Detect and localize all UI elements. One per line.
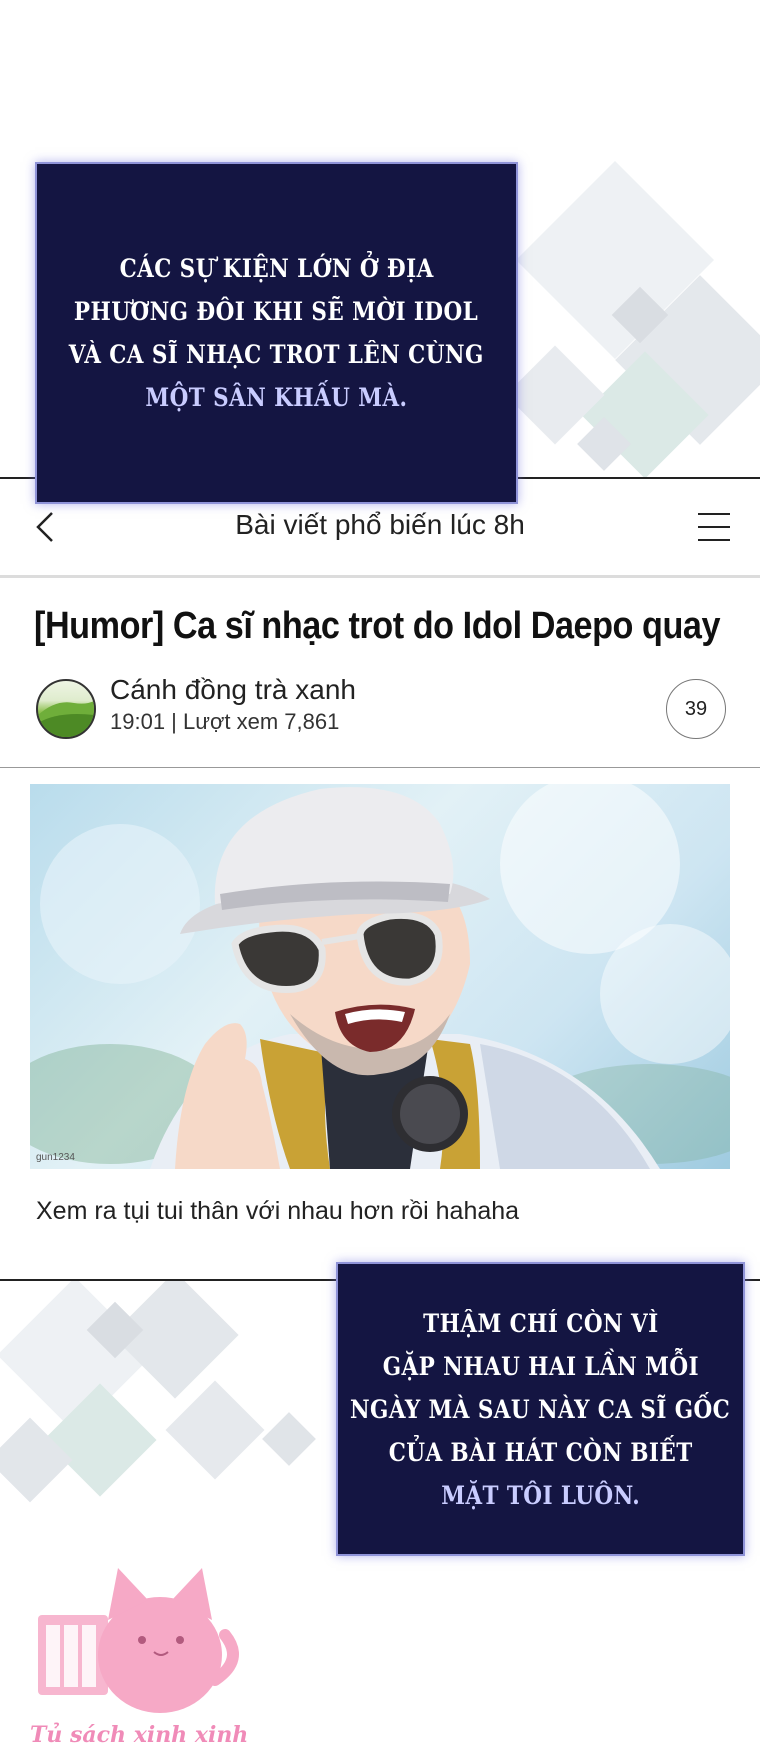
narration-line: PHƯƠNG ĐÔI KHI SẼ MỜI IDOL: [74, 297, 479, 326]
post-meta: 19:01 | Lượt xem 7,861: [110, 709, 340, 734]
author-name[interactable]: Cánh đồng trà xanh: [110, 674, 356, 706]
narration-line: THẬM CHÍ CÒN VÌ: [422, 1308, 659, 1338]
post-title[interactable]: [Humor] Ca sĩ nhạc trot do Idol Daepo qu…: [34, 605, 721, 648]
watermark-logo: [30, 1540, 240, 1720]
author-avatar[interactable]: [36, 679, 96, 739]
hamburger-menu-icon[interactable]: [698, 513, 730, 541]
singer-illustration: gun1234: [30, 784, 730, 1169]
app-screen: Bài viết phổ biến lúc 8h [Humor] Ca sĩ n…: [0, 477, 760, 1281]
narration-line: NGÀY MÀ SAU NÀY CA SĨ GỐC: [350, 1394, 731, 1424]
narration-line: MỘT SÂN KHẤU MÀ.: [145, 383, 408, 412]
watermark-text: Tủ sách xinh xinh: [30, 1722, 249, 1748]
comment-count-badge[interactable]: 39: [666, 679, 726, 739]
narration-line: GẶP NHAU HAI LẦN MỖI: [382, 1351, 699, 1381]
narration-line: MẶT TÔI LUÔN.: [440, 1480, 641, 1510]
header-divider: [0, 575, 760, 578]
page-title: Bài viết phổ biến lúc 8h: [235, 509, 525, 540]
narration-line: CỦA BÀI HÁT CÒN BIẾT: [388, 1437, 693, 1467]
narration-box-top: CÁC SỰ KIỆN LỚN Ở ĐỊA PHƯƠNG ĐÔI KHI SẼ …: [35, 162, 518, 504]
narration-line: VÀ CA SĨ NHẠC TROT LÊN CÙNG: [69, 340, 484, 369]
narration-box-bottom: THẬM CHÍ CÒN VÌ GẶP NHAU HAI LẦN MỖI NGÀ…: [336, 1262, 745, 1556]
meta-divider: [0, 767, 760, 768]
post-image[interactable]: gun1234: [30, 784, 730, 1169]
image-credit: gun1234: [36, 1152, 75, 1163]
post-caption: Xem ra tụi tui thân với nhau hơn rồi hah…: [36, 1197, 520, 1225]
narration-line: CÁC SỰ KIỆN LỚN Ở ĐỊA: [119, 254, 434, 283]
